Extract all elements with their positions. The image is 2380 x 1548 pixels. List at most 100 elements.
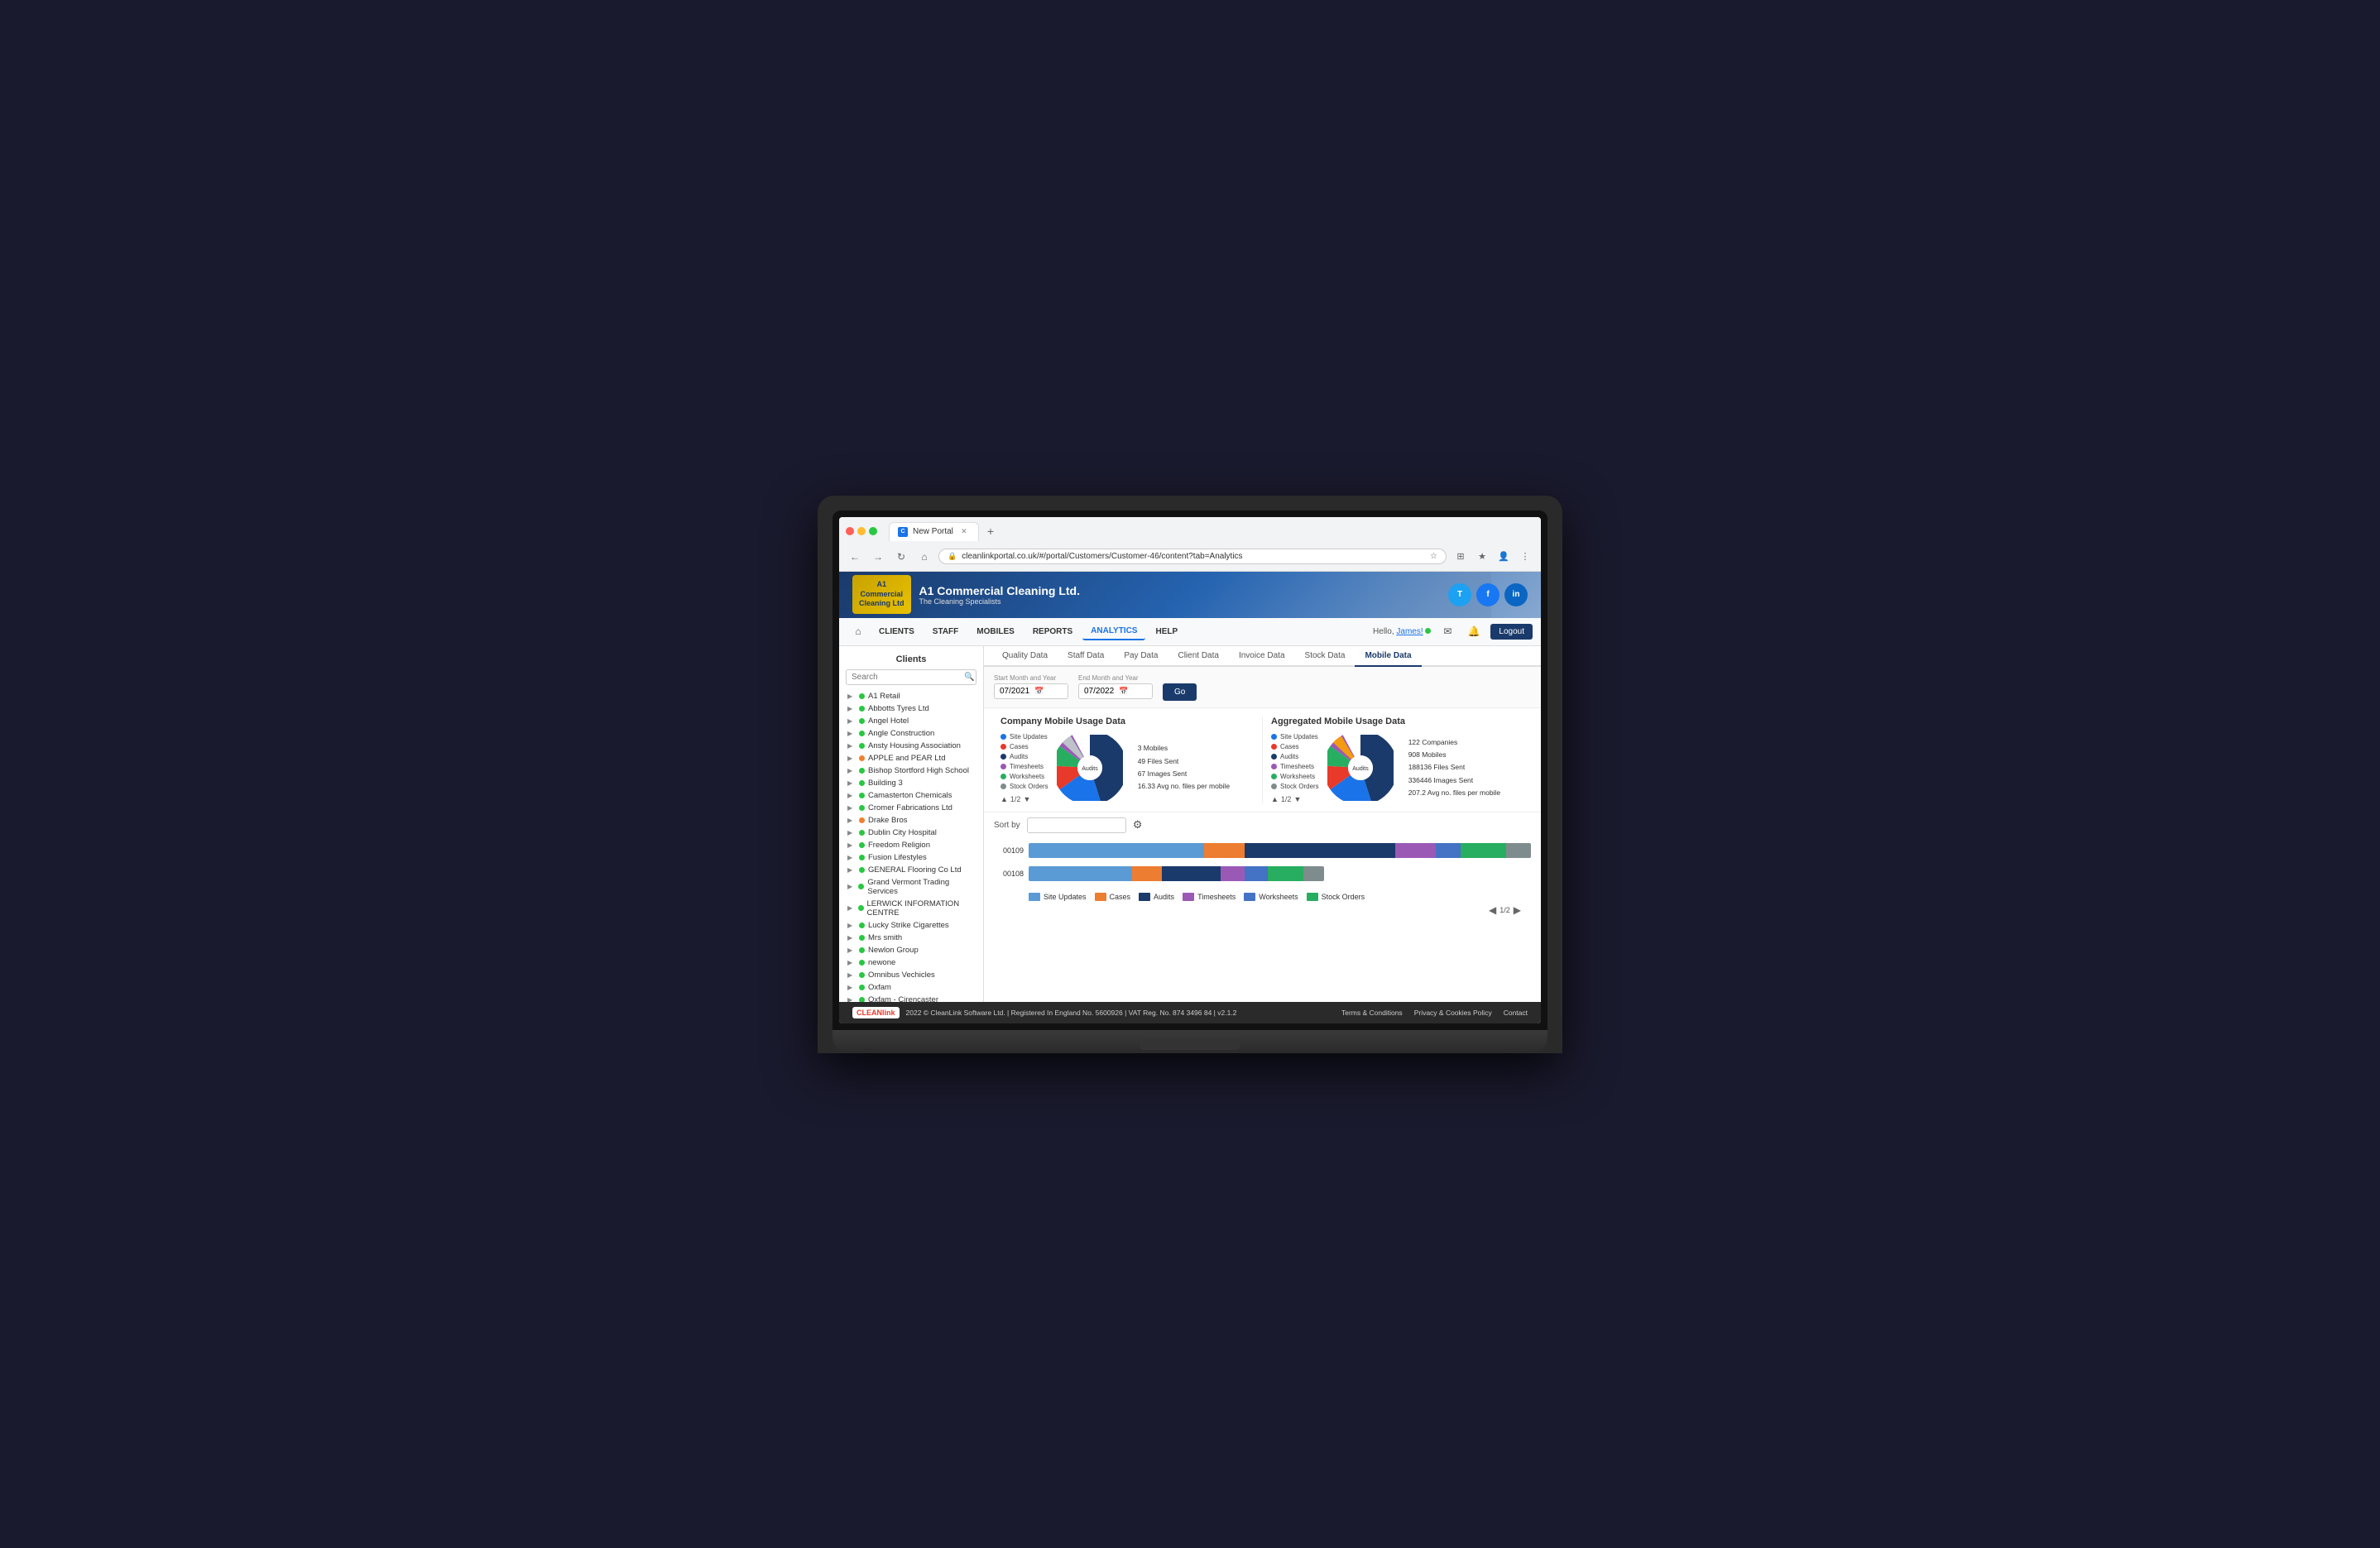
list-item[interactable]: ▶ Lucky Strike Cigarettes (844, 919, 978, 932)
legend-dot (1000, 764, 1006, 769)
list-item[interactable]: ▶ newone (844, 956, 978, 969)
list-item[interactable]: ▶ Drake Bros (844, 814, 978, 827)
contact-link[interactable]: Contact (1504, 1009, 1528, 1017)
terms-link[interactable]: Terms & Conditions (1341, 1009, 1403, 1017)
account-icon[interactable]: 👤 (1495, 548, 1513, 566)
home-nav-icon[interactable]: ⌂ (847, 621, 869, 642)
prev-page-button[interactable]: ◀ (1489, 904, 1496, 916)
user-link[interactable]: James! (1396, 627, 1423, 636)
list-item[interactable]: ▶ LERWICK INFORMATION CENTRE (844, 898, 978, 919)
legend-dot (1000, 734, 1006, 740)
search-box[interactable]: 🔍 (846, 669, 976, 685)
legend-label: Timesheets (1280, 763, 1314, 770)
list-item[interactable]: ▶ Angle Construction (844, 727, 978, 740)
bookmark-icon[interactable]: ★ (1473, 548, 1491, 566)
search-input[interactable] (852, 673, 961, 682)
legend-label: Stock Orders (1280, 783, 1319, 790)
aggregated-chart-title: Aggregated Mobile Usage Data (1271, 716, 1524, 726)
status-dot (859, 817, 865, 823)
logout-button[interactable]: Logout (1490, 624, 1533, 640)
legend-label: Worksheets (1280, 773, 1315, 780)
linkedin-button[interactable]: in (1504, 583, 1528, 606)
tab-client-data[interactable]: Client Data (1168, 646, 1228, 667)
minimize-window-button[interactable] (857, 527, 866, 535)
bar-segment-audits (1162, 866, 1221, 881)
tab-pay-data[interactable]: Pay Data (1114, 646, 1168, 667)
tab-mobile-data[interactable]: Mobile Data (1355, 646, 1421, 667)
list-item[interactable]: ▶ Fusion Lifestyles (844, 851, 978, 864)
list-item[interactable]: ▶ A1 Retail (844, 690, 978, 702)
list-item[interactable]: ▶ Abbotts Tyres Ltd (844, 702, 978, 715)
nav-analytics[interactable]: ANALYTICS (1082, 623, 1145, 640)
twitter-button[interactable]: T (1448, 583, 1471, 606)
list-item[interactable]: ▶ Omnibus Vechicles (844, 969, 978, 981)
extensions-icon[interactable]: ⊞ (1452, 548, 1470, 566)
settings-icon[interactable]: ⚙ (1133, 818, 1143, 832)
nav-mobiles[interactable]: MOBILES (968, 624, 1023, 640)
tab-close-button[interactable]: ✕ (958, 526, 970, 538)
list-item[interactable]: ▶ Oxfam (844, 981, 978, 994)
star-icon[interactable]: ☆ (1430, 552, 1437, 561)
pagination-down: ▼ (1023, 795, 1030, 803)
forward-button[interactable]: → (869, 548, 887, 566)
list-item[interactable]: ▶ Dublin City Hospital (844, 827, 978, 839)
app-logo: A1 Commercial Cleaning Ltd A1 Commercial… (852, 575, 1080, 614)
list-item[interactable]: ▶ Cromer Fabrications Ltd (844, 802, 978, 814)
pie-label: Audits (1082, 766, 1098, 772)
expand-icon: ▶ (847, 792, 856, 799)
list-item[interactable]: ▶ Camasterton Chemicals (844, 789, 978, 802)
list-item[interactable]: ▶ Building 3 (844, 777, 978, 789)
list-item[interactable]: ▶ Ansty Housing Association (844, 740, 978, 752)
calendar-icon-end: 📅 (1119, 687, 1128, 696)
sort-select[interactable] (1027, 817, 1126, 833)
tab-quality-data[interactable]: Quality Data (992, 646, 1058, 667)
status-dot (859, 706, 865, 712)
messages-icon[interactable]: ✉ (1437, 621, 1457, 641)
agg-stat-mobiles: 908 Mobiles (1408, 749, 1500, 761)
list-item[interactable]: ▶ Oxfam - Cirencaster (844, 994, 978, 1002)
tab-staff-data[interactable]: Staff Data (1058, 646, 1114, 667)
address-bar-icons: ☆ (1430, 552, 1437, 561)
legend-dot (1271, 734, 1277, 740)
home-button[interactable]: ⌂ (915, 548, 933, 566)
nav-staff[interactable]: STAFF (924, 624, 967, 640)
go-button[interactable]: Go (1163, 683, 1197, 701)
agg-stat-companies: 122 Companies (1408, 736, 1500, 749)
app-footer: CLEANlink 2022 © CleanLink Software Ltd.… (839, 1002, 1541, 1023)
maximize-window-button[interactable] (869, 527, 877, 535)
browser-tab-active[interactable]: C New Portal ✕ (889, 522, 979, 541)
back-button[interactable]: ← (846, 548, 864, 566)
list-item[interactable]: ▶ Newlon Group (844, 944, 978, 956)
nav-clients[interactable]: CLIENTS (871, 624, 923, 640)
tab-invoice-data[interactable]: Invoice Data (1229, 646, 1295, 667)
menu-icon[interactable]: ⋮ (1516, 548, 1534, 566)
nav-help[interactable]: HELP (1147, 624, 1186, 640)
start-date-input[interactable]: 07/2021 📅 (994, 683, 1068, 699)
list-item[interactable]: ▶ Mrs smith (844, 932, 978, 944)
next-page-button[interactable]: ▶ (1514, 904, 1521, 916)
list-item[interactable]: ▶ Grand Vermont Trading Services (844, 876, 978, 898)
tab-stock-data[interactable]: Stock Data (1295, 646, 1356, 667)
notifications-icon[interactable]: 🔔 (1464, 621, 1484, 641)
client-name: Angle Construction (868, 729, 934, 738)
expand-icon: ▶ (847, 947, 856, 954)
list-item[interactable]: ▶ Angel Hotel (844, 715, 978, 727)
bar-segment-stock-orders (1461, 843, 1506, 858)
reload-button[interactable]: ↻ (892, 548, 910, 566)
end-date-input[interactable]: 07/2022 📅 (1078, 683, 1153, 699)
list-item[interactable]: ▶ APPLE and PEAR Ltd (844, 752, 978, 764)
close-window-button[interactable] (846, 527, 854, 535)
client-name: Building 3 (868, 779, 903, 788)
legend-swatch (1095, 893, 1106, 901)
new-tab-button[interactable]: + (982, 523, 999, 539)
list-item[interactable]: ▶ GENERAL Flooring Co Ltd (844, 864, 978, 876)
list-item[interactable]: ▶ Bishop Stortford High School (844, 764, 978, 777)
privacy-link[interactable]: Privacy & Cookies Policy (1414, 1009, 1492, 1017)
list-item[interactable]: ▶ Freedom Religion (844, 839, 978, 851)
address-bar[interactable]: 🔒 cleanlinkportal.co.uk/#/portal/Custome… (938, 549, 1447, 564)
nav-reports[interactable]: REPORTS (1024, 624, 1081, 640)
facebook-button[interactable]: f (1476, 583, 1499, 606)
status-dot (859, 923, 865, 928)
legend-label: Cases (1110, 893, 1131, 901)
status-dot (859, 768, 865, 774)
